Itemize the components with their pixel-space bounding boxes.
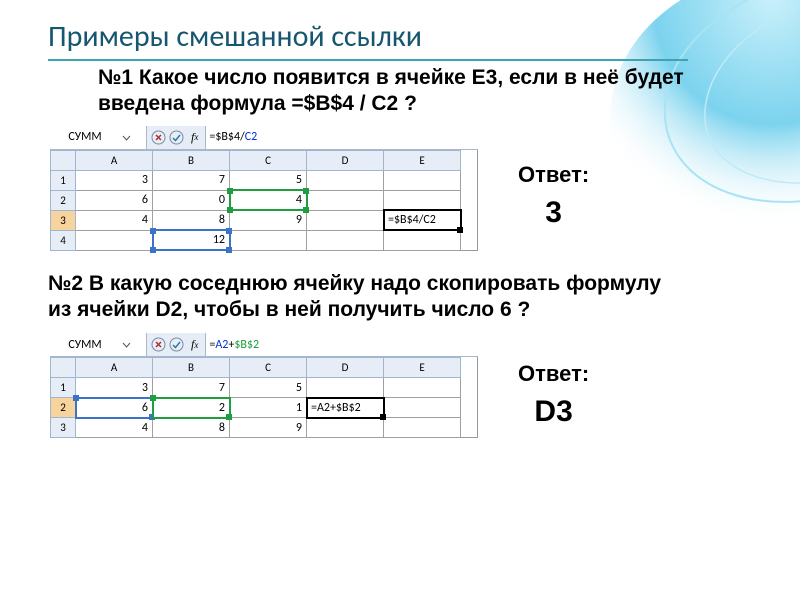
- cell[interactable]: 5: [230, 170, 307, 190]
- cell[interactable]: [384, 418, 461, 438]
- cell[interactable]: [230, 230, 307, 250]
- name-box[interactable]: [50, 333, 147, 356]
- formula-buttons: fx: [147, 126, 206, 149]
- cell[interactable]: 0: [153, 190, 230, 210]
- cell[interactable]: 3: [76, 170, 153, 190]
- cell[interactable]: [307, 190, 384, 210]
- answer-label-1: Ответ:: [518, 162, 589, 188]
- active-cell[interactable]: =A2+$B$2: [307, 398, 384, 418]
- col-header[interactable]: D: [307, 150, 384, 170]
- page-title: Примеры смешанной ссылки: [48, 18, 760, 55]
- corner-cell[interactable]: [51, 358, 76, 378]
- cell[interactable]: [384, 230, 461, 250]
- cell[interactable]: [384, 190, 461, 210]
- cell[interactable]: [307, 210, 384, 230]
- row-header[interactable]: 3: [51, 210, 76, 230]
- corner-cell[interactable]: [51, 150, 76, 170]
- enter-icon[interactable]: [169, 130, 184, 145]
- formula-input[interactable]: =$B$4/C2: [206, 126, 478, 149]
- cancel-icon[interactable]: [151, 130, 166, 145]
- cell[interactable]: [307, 230, 384, 250]
- question-2: №2 В какую соседнюю ячейку надо скопиров…: [48, 271, 688, 324]
- row-header[interactable]: 1: [51, 170, 76, 190]
- col-header[interactable]: A: [76, 358, 153, 378]
- cell[interactable]: 2: [153, 398, 230, 418]
- row-header[interactable]: 1: [51, 378, 76, 398]
- cell[interactable]: [307, 418, 384, 438]
- cell[interactable]: 6: [76, 398, 153, 418]
- col-header[interactable]: A: [76, 150, 153, 170]
- cell[interactable]: [384, 378, 461, 398]
- cell[interactable]: [384, 170, 461, 190]
- col-header[interactable]: D: [307, 358, 384, 378]
- name-box-input[interactable]: [52, 129, 118, 145]
- cell[interactable]: 9: [230, 210, 307, 230]
- cell[interactable]: [307, 170, 384, 190]
- row-header[interactable]: 2: [51, 398, 76, 418]
- cell[interactable]: 12: [153, 230, 230, 250]
- cell[interactable]: 8: [153, 210, 230, 230]
- cell[interactable]: 4: [76, 418, 153, 438]
- cell[interactable]: [76, 230, 153, 250]
- chevron-down-icon[interactable]: [122, 133, 131, 142]
- grid-2: A B C D E 1 3 7 5 2: [50, 357, 461, 438]
- cell[interactable]: 7: [153, 170, 230, 190]
- formula-input[interactable]: =A2+$B$2: [206, 333, 478, 356]
- fx-icon[interactable]: fx: [187, 337, 201, 352]
- col-header[interactable]: C: [230, 150, 307, 170]
- chevron-down-icon[interactable]: [122, 340, 131, 349]
- row-header[interactable]: 3: [51, 418, 76, 438]
- formula-bar: fx =$B$4/C2: [50, 126, 478, 150]
- name-box[interactable]: [50, 126, 147, 149]
- col-header[interactable]: B: [153, 150, 230, 170]
- col-header[interactable]: E: [384, 358, 461, 378]
- col-header[interactable]: C: [230, 358, 307, 378]
- col-header[interactable]: B: [153, 358, 230, 378]
- cell[interactable]: 3: [76, 378, 153, 398]
- row-header[interactable]: 2: [51, 190, 76, 210]
- cell[interactable]: 7: [153, 378, 230, 398]
- cell[interactable]: 9: [230, 418, 307, 438]
- formula-bar: fx =A2+$B$2: [50, 333, 478, 357]
- question-1: №1 Какое число появится в ячейке Е3, есл…: [98, 65, 738, 118]
- grid-1: A B C D E 1 3 7 5 2: [50, 150, 461, 251]
- answer-label-2: Ответ:: [518, 361, 589, 387]
- row-header[interactable]: 4: [51, 230, 76, 250]
- enter-icon[interactable]: [169, 337, 184, 352]
- active-cell[interactable]: =$B$4/C2: [384, 210, 461, 230]
- cell[interactable]: [307, 378, 384, 398]
- answer-value-1: 3: [518, 196, 589, 230]
- cell[interactable]: 1: [230, 398, 307, 418]
- cell[interactable]: 4: [230, 190, 307, 210]
- formula-buttons: fx: [147, 333, 206, 356]
- title-underline: [48, 59, 688, 61]
- fx-icon[interactable]: fx: [187, 130, 201, 145]
- spreadsheet-2: fx =A2+$B$2 A B C D E: [50, 333, 478, 438]
- answer-value-2: D3: [518, 395, 589, 429]
- spreadsheet-1: fx =$B$4/C2 A B C D E: [50, 126, 478, 251]
- cell[interactable]: 8: [153, 418, 230, 438]
- cell[interactable]: 5: [230, 378, 307, 398]
- cell[interactable]: 4: [76, 210, 153, 230]
- cell[interactable]: [384, 398, 461, 418]
- cancel-icon[interactable]: [151, 337, 166, 352]
- name-box-input[interactable]: [52, 337, 118, 353]
- cell[interactable]: 6: [76, 190, 153, 210]
- col-header[interactable]: E: [384, 150, 461, 170]
